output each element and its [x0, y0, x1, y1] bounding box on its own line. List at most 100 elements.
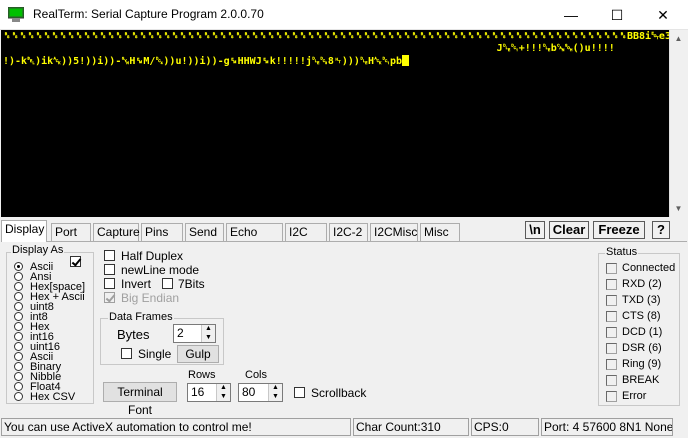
cols-label: Cols [245, 369, 268, 381]
led-label-dcd: DCD (1) [622, 326, 663, 338]
terminal-app-icon [8, 7, 24, 22]
radio-uint16[interactable] [14, 342, 23, 351]
tab-echo-port[interactable]: Echo Port [226, 223, 283, 256]
scrollback-checkbox[interactable] [294, 387, 305, 398]
led-ring [606, 359, 617, 370]
help-button[interactable]: ? [652, 221, 670, 239]
scroll-up-icon[interactable]: ▲ [670, 30, 687, 47]
maximize-button[interactable]: ☐ [594, 0, 640, 30]
led-error [606, 391, 617, 402]
bytes-spinner[interactable]: 2 ▲ ▼ [173, 324, 216, 343]
spin-up-icon[interactable]: ▲ [216, 384, 230, 393]
rows-spinner[interactable]: 16 ▲ ▼ [187, 383, 231, 402]
tab-capture[interactable]: Capture [93, 223, 140, 242]
tab-i2c[interactable]: I2C [285, 223, 327, 242]
rows-label: Rows [188, 369, 216, 381]
scrollback-label: Scrollback [311, 386, 367, 400]
close-button[interactable]: ✕ [640, 0, 686, 30]
big-endian-label: Big Endian [121, 291, 180, 305]
radio-float4[interactable] [14, 382, 23, 391]
radio-uint8[interactable] [14, 302, 23, 311]
newline-mode-label: newLine mode [121, 263, 200, 277]
radio-ansi[interactable] [14, 272, 23, 281]
radio-binary[interactable] [14, 362, 23, 371]
led-label-connected: Connected [622, 262, 676, 274]
cols-value: 80 [242, 385, 256, 399]
display-as-title: Display As [11, 244, 65, 256]
newline-button[interactable]: \n [525, 221, 545, 239]
data-frames-title: Data Frames [108, 311, 174, 323]
led-label-rxd: RXD (2) [622, 278, 662, 290]
7bits-label: 7Bits [178, 277, 205, 291]
half-duplex-label: Half Duplex [121, 249, 184, 263]
status-message: You can use ActiveX automation to contro… [1, 418, 351, 436]
rows-value: 16 [191, 385, 205, 399]
status-bar: You can use ActiveX automation to contro… [0, 416, 688, 438]
char-count: Char Count:310 [353, 418, 469, 436]
led-break [606, 375, 617, 386]
tab-display[interactable]: Display [1, 220, 47, 242]
terminal-line-1: ␈␈␈␈␈␈␈␈␈␈␈␈␈␈␈␈␈␈␈␈␈␈␈␈␈␈␈␈␈␈␈␈␈␈␈␈␈␈␈␈… [3, 31, 669, 42]
tab-i2c-2[interactable]: I2C-2 [329, 223, 368, 242]
status-title: Status [605, 246, 639, 258]
spin-down-icon[interactable]: ▼ [216, 392, 230, 401]
led-rxd [606, 279, 617, 290]
terminal-line-2: J␐␑+!!!␐b␘␁()u!!!! [3, 43, 615, 54]
display-as-checkbox[interactable] [70, 256, 81, 267]
scroll-down-icon[interactable]: ▼ [670, 200, 687, 217]
cols-spinner[interactable]: 80 ▲ ▼ [238, 383, 283, 402]
bytes-value: 2 [177, 326, 184, 340]
invert-checkbox[interactable] [104, 278, 115, 289]
radio-int16[interactable] [14, 332, 23, 341]
window-title: RealTerm: Serial Capture Program 2.0.0.7… [33, 7, 264, 21]
tab-misc[interactable]: Misc [420, 223, 460, 242]
single-checkbox[interactable] [121, 348, 132, 359]
minimize-button[interactable]: — [548, 0, 594, 30]
terminal-font-button[interactable]: Terminal Font [103, 382, 177, 417]
radio-hex-csv[interactable] [14, 392, 23, 401]
single-label: Single [138, 347, 172, 361]
newline-mode-checkbox[interactable] [104, 264, 115, 275]
gulp-button[interactable]: Gulp [177, 345, 219, 363]
led-label-dsr: DSR (6) [622, 342, 662, 354]
spin-up-icon[interactable]: ▲ [268, 384, 282, 393]
radio-hex-space[interactable] [14, 282, 23, 291]
led-label-ring: Ring (9) [622, 358, 662, 370]
terminal-line-3: !)-k␇)ik␆))5!))i))-␖H␙M/␔))u!))i))-g␙HHW… [3, 56, 403, 67]
led-label-break: BREAK [622, 374, 660, 386]
radio-int8[interactable] [14, 312, 23, 321]
clear-button[interactable]: Clear [549, 221, 589, 239]
port-settings: Port: 4 57600 8N1 None [541, 418, 673, 436]
tab-send[interactable]: Send [185, 223, 224, 242]
title-bar: RealTerm: Serial Capture Program 2.0.0.7… [0, 0, 688, 30]
led-dsr [606, 343, 617, 354]
radio-hex[interactable] [14, 322, 23, 331]
terminal-scrollbar[interactable]: ▲ ▼ [669, 30, 686, 217]
half-duplex-checkbox[interactable] [104, 250, 115, 261]
tab-pins[interactable]: Pins [141, 223, 183, 242]
spin-down-icon[interactable]: ▼ [268, 392, 282, 401]
led-txd [606, 295, 617, 306]
spin-down-icon[interactable]: ▼ [201, 333, 215, 342]
7bits-checkbox[interactable] [162, 278, 173, 289]
tab-port[interactable]: Port [51, 223, 91, 242]
tab-i2cmisc[interactable]: I2CMisc [370, 223, 418, 242]
terminal-display[interactable]: ␈␈␈␈␈␈␈␈␈␈␈␈␈␈␈␈␈␈␈␈␈␈␈␈␈␈␈␈␈␈␈␈␈␈␈␈␈␈␈␈… [1, 30, 669, 217]
led-cts [606, 311, 617, 322]
radio-ascii[interactable] [14, 262, 23, 271]
spin-up-icon[interactable]: ▲ [201, 325, 215, 334]
led-label-cts: CTS (8) [622, 310, 661, 322]
radio-ascii-2[interactable] [14, 352, 23, 361]
radio-label-hex-csv: Hex CSV [30, 391, 76, 403]
invert-label: Invert [121, 277, 152, 291]
led-connected [606, 263, 617, 274]
big-endian-checkbox[interactable] [104, 292, 115, 303]
led-label-error: Error [622, 390, 647, 402]
freeze-button[interactable]: Freeze [593, 221, 645, 239]
led-dcd [606, 327, 617, 338]
text-cursor [402, 55, 410, 66]
radio-nibble[interactable] [14, 372, 23, 381]
cps-readout: CPS:0 [471, 418, 539, 436]
led-label-txd: TXD (3) [622, 294, 661, 306]
radio-hex-ascii[interactable] [14, 292, 23, 301]
